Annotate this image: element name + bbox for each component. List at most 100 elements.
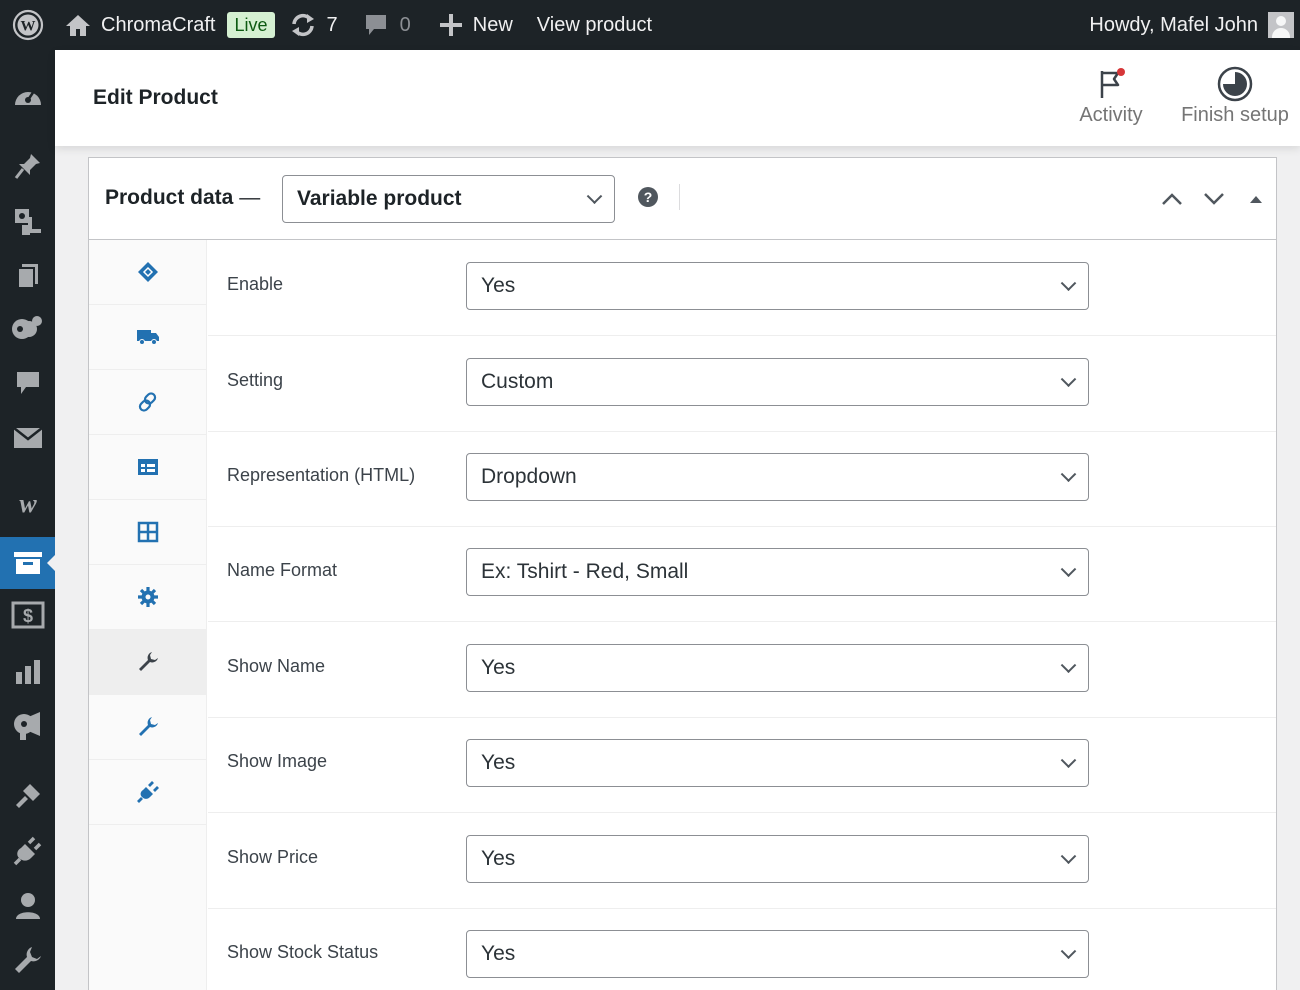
appearance-icon	[15, 784, 40, 808]
wordpress-logo-icon: W	[12, 9, 43, 41]
menu-media[interactable]	[0, 202, 55, 242]
setting-select[interactable]: Custom	[466, 358, 1089, 406]
show-stock-status-select[interactable]: Yes	[466, 930, 1089, 978]
chevron-down-icon	[1060, 752, 1077, 769]
chevron-down-icon	[1060, 848, 1077, 865]
select-value: Yes	[481, 942, 516, 965]
field-label: Setting	[227, 370, 284, 390]
new-content-button[interactable]: New	[439, 0, 513, 50]
tab-advanced[interactable]	[89, 565, 207, 630]
move-down-button[interactable]	[1199, 184, 1229, 214]
chevron-down-icon	[1060, 943, 1077, 960]
pin-icon	[14, 154, 40, 179]
comments-count: 0	[399, 13, 411, 36]
comments-bubbles-icon	[11, 316, 42, 339]
field-label: Enable	[227, 274, 284, 294]
dashboard-icon	[14, 90, 41, 105]
tab-general[interactable]	[89, 240, 207, 305]
tab-shipping[interactable]	[89, 305, 207, 370]
menu-tools[interactable]	[0, 940, 55, 980]
tab-swatch-settings[interactable]	[89, 630, 207, 695]
representation-select[interactable]: Dropdown	[466, 453, 1089, 501]
tab-extra-settings[interactable]	[89, 695, 207, 760]
select-value: Yes	[481, 751, 516, 774]
menu-appearance[interactable]	[0, 776, 55, 816]
tab-linked-products[interactable]	[89, 370, 207, 435]
menu-marketing[interactable]	[0, 706, 55, 746]
updates-link[interactable]: 7	[289, 0, 338, 50]
truck-icon	[137, 330, 159, 345]
product-type-value: Variable product	[297, 187, 462, 210]
enable-select[interactable]: Yes	[466, 262, 1089, 310]
menu-payments[interactable]: $	[0, 595, 55, 635]
page-header: Edit Product Activity Finish setup	[55, 50, 1300, 146]
menu-analytics[interactable]	[0, 652, 55, 692]
menu-mail[interactable]	[0, 418, 55, 458]
activity-button[interactable]: Activity	[1075, 64, 1147, 127]
payments-icon: $	[11, 601, 44, 629]
select-value: Custom	[481, 370, 554, 393]
new-label: New	[472, 13, 513, 36]
menu-woocommerce[interactable]: w	[0, 484, 55, 524]
chevron-down-icon	[1204, 193, 1224, 205]
select-value: Ex: Tshirt - Red, Small	[481, 560, 689, 583]
svg-text:W: W	[20, 19, 35, 35]
name-format-select[interactable]: Ex: Tshirt - Red, Small	[466, 548, 1089, 596]
flag-icon	[1100, 68, 1125, 98]
wrench-icon	[139, 652, 158, 671]
menu-comments[interactable]	[0, 363, 55, 403]
field-label: Show Name	[227, 656, 326, 676]
collapse-toggle-button[interactable]	[1241, 184, 1271, 214]
show-name-select[interactable]: Yes	[466, 644, 1089, 692]
show-image-select[interactable]: Yes	[466, 739, 1089, 787]
menu-plugins[interactable]	[0, 831, 55, 871]
plugin-icon	[137, 781, 159, 803]
comments-link[interactable]: 0	[364, 0, 411, 50]
product-data-header: Product data — Variable product ?	[89, 158, 1276, 240]
select-value: Dropdown	[481, 465, 577, 488]
comment-bubble-icon	[365, 15, 386, 35]
menu-pages[interactable]	[0, 256, 55, 296]
tab-attributes[interactable]	[89, 435, 207, 500]
tools-icon	[14, 947, 41, 973]
progress-circle-icon	[1217, 66, 1253, 102]
pages-icon	[16, 264, 38, 289]
svg-text:w: w	[19, 493, 37, 515]
page-title: Edit Product	[93, 86, 218, 109]
field-label: Show Image	[227, 751, 328, 771]
finish-setup-button[interactable]: Finish setup	[1180, 64, 1290, 127]
wordpress-menu[interactable]: W	[0, 0, 55, 50]
chevron-down-icon	[1060, 371, 1077, 388]
tag-icon	[138, 262, 158, 282]
plus-icon	[439, 14, 462, 36]
select-value: Yes	[481, 847, 516, 870]
product-type-select[interactable]: Variable product	[282, 175, 615, 223]
chevron-down-icon	[1060, 561, 1077, 578]
move-up-button[interactable]	[1157, 184, 1187, 214]
menu-products[interactable]	[0, 537, 55, 589]
site-name-link[interactable]: ChromaCraft Live	[65, 0, 275, 50]
view-product-link[interactable]: View product	[537, 0, 652, 50]
plugins-icon	[13, 836, 41, 866]
mail-icon	[12, 427, 43, 448]
menu-comments-extended[interactable]	[0, 308, 55, 348]
field-row-show-image: Show Image Yes	[208, 717, 1276, 813]
my-account-menu[interactable]: Howdy, Mafel John	[1089, 0, 1294, 50]
tab-plugin-settings[interactable]	[89, 760, 207, 825]
updates-count: 7	[326, 13, 338, 36]
media-icon	[14, 209, 41, 235]
show-price-select[interactable]: Yes	[466, 835, 1089, 883]
marketing-icon	[13, 712, 40, 740]
menu-posts[interactable]	[0, 146, 55, 186]
field-label: Representation (HTML)	[227, 465, 416, 485]
menu-dashboard[interactable]	[0, 76, 55, 116]
updates-icon	[291, 13, 314, 37]
tab-variations[interactable]	[89, 500, 207, 565]
gear-icon	[138, 587, 158, 607]
menu-users[interactable]	[0, 886, 55, 926]
howdy-greeting: Howdy, Mafel John	[1089, 13, 1258, 36]
home-icon	[66, 15, 90, 36]
wrench-icon	[139, 717, 158, 736]
field-row-setting: Setting Custom	[208, 336, 1276, 432]
help-icon[interactable]: ?	[638, 187, 658, 207]
